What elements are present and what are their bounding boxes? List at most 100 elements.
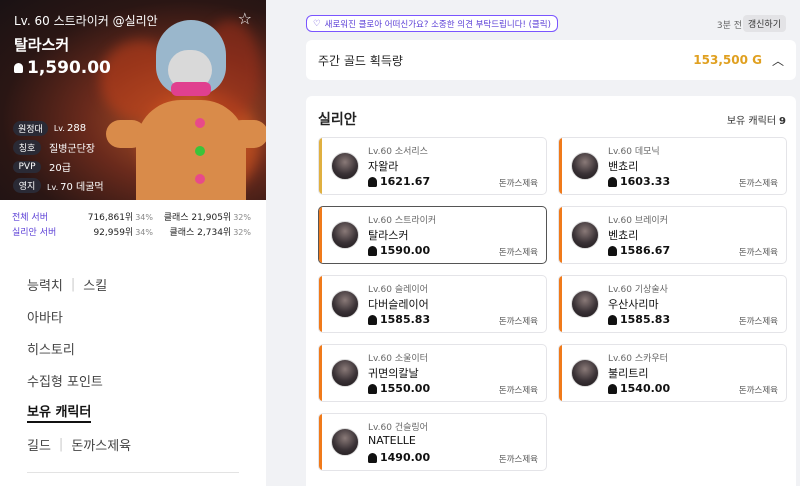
menu-divider — [27, 472, 239, 473]
server-characters-panel: 실리안 보유 캐릭터 9 Lv.60 소서리스 자왈라 1621.67 돈까스제육 Lv.… — [306, 96, 796, 486]
character-avatar — [331, 359, 359, 387]
card-accent-bar — [559, 276, 562, 332]
character-guild: 돈까스제육 — [738, 179, 778, 189]
character-card[interactable]: Lv.60 슬레이어 다버슬레이어 1585.83 돈까스제육 — [318, 275, 547, 333]
chevron-up-icon[interactable]: ︿ — [772, 52, 784, 69]
divider: | — [58, 436, 64, 452]
server-name: 실리안 — [318, 112, 357, 128]
menu-row-collectible: 수집형 포인트 — [27, 364, 131, 396]
menu-ability[interactable]: 능력치 — [27, 275, 63, 294]
feedback-banner[interactable]: ♡ 새로워진 클로아 어떠신가요? 소중한 의견 부탁드립니다! (클릭) — [306, 15, 558, 32]
menu-collectible[interactable]: 수집형 포인트 — [27, 371, 103, 390]
menu-characters[interactable]: 보유 캐릭터 — [27, 401, 92, 423]
card-accent-bar — [559, 207, 562, 263]
character-card[interactable]: Lv.60 소울이터 귀면의칼날 1550.00 돈까스제육 — [318, 344, 547, 402]
character-avatar — [331, 152, 359, 180]
card-accent-bar — [319, 276, 322, 332]
info-row-pvp: PVP 20급 — [13, 158, 104, 175]
owned-characters-count: 보유 캐릭터 9 — [726, 116, 786, 127]
menu-row-characters: 보유 캐릭터 — [27, 396, 131, 428]
character-item-level: 1540.00 — [608, 382, 670, 395]
character-name: 귀면의칼날 — [368, 367, 419, 380]
character-class: Lv.60 브레이커 — [608, 216, 668, 226]
divider: | — [70, 276, 76, 292]
character-avatar — [571, 152, 599, 180]
weekly-gold-label: 주간 골드 획득량 — [318, 53, 403, 68]
character-name: 자왈라 — [368, 160, 399, 173]
character-item-level: 1490.00 — [368, 451, 430, 464]
character-guild: 돈까스제육 — [498, 386, 538, 396]
character-class: Lv.60 소서리스 — [368, 147, 428, 157]
refresh-button[interactable]: 갱신하기 — [742, 15, 786, 32]
info-label: 칭호 — [13, 140, 41, 155]
weekly-gold-panel[interactable]: 주간 골드 획득량 153,500 G ︿ — [306, 40, 796, 80]
last-updated: 3분 전 — [716, 21, 742, 31]
character-class: Lv.60 건슬링어 — [368, 423, 428, 433]
card-accent-bar — [319, 207, 322, 263]
menu-row-guild: 길드 | 돈까스제육 — [27, 428, 131, 460]
character-class: Lv.60 스카우터 — [608, 354, 668, 364]
menu-guild-name[interactable]: 돈까스제육 — [71, 435, 131, 454]
character-name: 밴쵸리 — [608, 160, 639, 173]
weekly-gold-amount: 153,500 G — [693, 53, 762, 67]
helmet-icon — [368, 383, 377, 394]
info-row-title: 칭호 질병군단장 — [13, 139, 104, 156]
card-accent-bar — [319, 345, 322, 401]
side-menu: 능력치 | 스킬 아바타 히스토리 수집형 포인트 보유 캐릭터 길드 | 돈까… — [27, 268, 131, 460]
ranking-row-all: 전체 서버 716,861위 34% 클래스 21,905위 32% — [12, 213, 251, 223]
menu-avatar[interactable]: 아바타 — [27, 307, 63, 326]
character-item-level: 1586.67 — [608, 244, 670, 257]
helmet-icon — [368, 452, 377, 463]
info-label: 영지 — [13, 178, 41, 193]
character-guild: 돈까스제육 — [498, 179, 538, 189]
character-card[interactable]: Lv.60 브레이커 벤쵸리 1586.67 돈까스제육 — [558, 206, 787, 264]
character-level-class: Lv. 60 스트라이커 @실리안 — [14, 14, 158, 28]
character-card[interactable]: Lv.60 스트라이커 탈라스커 1590.00 돈까스제육 — [318, 206, 547, 264]
helmet-icon — [608, 314, 617, 325]
character-item-level: 1603.33 — [608, 175, 670, 188]
character-guild: 돈까스제육 — [498, 455, 538, 465]
character-name: 벤쵸리 — [608, 229, 639, 242]
character-card[interactable]: Lv.60 건슬링어 NATELLE 1490.00 돈까스제육 — [318, 413, 547, 471]
card-accent-bar — [559, 138, 562, 194]
menu-guild[interactable]: 길드 — [27, 435, 51, 454]
character-avatar — [571, 290, 599, 318]
helmet-icon — [14, 63, 23, 73]
character-item-level: 1590.00 — [368, 244, 430, 257]
info-label: PVP — [13, 160, 41, 173]
menu-row-avatar: 아바타 — [27, 300, 131, 332]
character-guild: 돈까스제육 — [738, 386, 778, 396]
character-guild: 돈까스제육 — [498, 317, 538, 327]
character-card[interactable]: Lv.60 스카우터 불리트리 1540.00 돈까스제육 — [558, 344, 787, 402]
profile-hero: Lv. 60 스트라이커 @실리안 ☆ 탈라스커 1,590.00 원정대 Lv… — [0, 0, 266, 200]
character-class: Lv.60 슬레이어 — [368, 285, 428, 295]
info-row-estate: 영지 Lv. 70 데굴먹 — [13, 177, 104, 194]
menu-history[interactable]: 히스토리 — [27, 339, 75, 358]
character-class: Lv.60 데모닉 — [608, 147, 660, 157]
favorite-star-icon[interactable]: ☆ — [238, 9, 252, 28]
helmet-icon — [608, 383, 617, 394]
helmet-icon — [368, 245, 377, 256]
character-name: 탈라스커 — [368, 229, 409, 242]
character-name: 다버슬레이어 — [368, 298, 429, 311]
info-row-expedition: 원정대 Lv. 288 — [13, 120, 104, 137]
character-image — [106, 20, 266, 200]
menu-row-history: 히스토리 — [27, 332, 131, 364]
character-item-level: 1585.83 — [608, 313, 670, 326]
character-class: Lv.60 기상술사 — [608, 285, 668, 295]
helmet-icon — [608, 245, 617, 256]
character-card[interactable]: Lv.60 기상술사 우산사리마 1585.83 돈까스제육 — [558, 275, 787, 333]
ranking-row-server: 실리안 서버 92,959위 34% 클래스 2,734위 32% — [12, 228, 251, 238]
character-avatar — [571, 221, 599, 249]
character-card[interactable]: Lv.60 데모닉밴쵸리 1603.33 돈까스제육 — [558, 137, 787, 195]
helmet-icon — [368, 314, 377, 325]
feedback-icon: ♡ — [313, 18, 321, 29]
menu-row-ability-skill: 능력치 | 스킬 — [27, 268, 131, 300]
character-card[interactable]: Lv.60 소서리스자왈라 1621.67 돈까스제육 — [318, 137, 547, 195]
character-item-level: 1621.67 — [368, 175, 430, 188]
character-name: 탈라스커 — [14, 36, 70, 54]
menu-skill[interactable]: 스킬 — [83, 275, 107, 294]
helmet-icon — [608, 176, 617, 187]
character-name: 우산사리마 — [608, 298, 659, 311]
character-avatar — [331, 290, 359, 318]
